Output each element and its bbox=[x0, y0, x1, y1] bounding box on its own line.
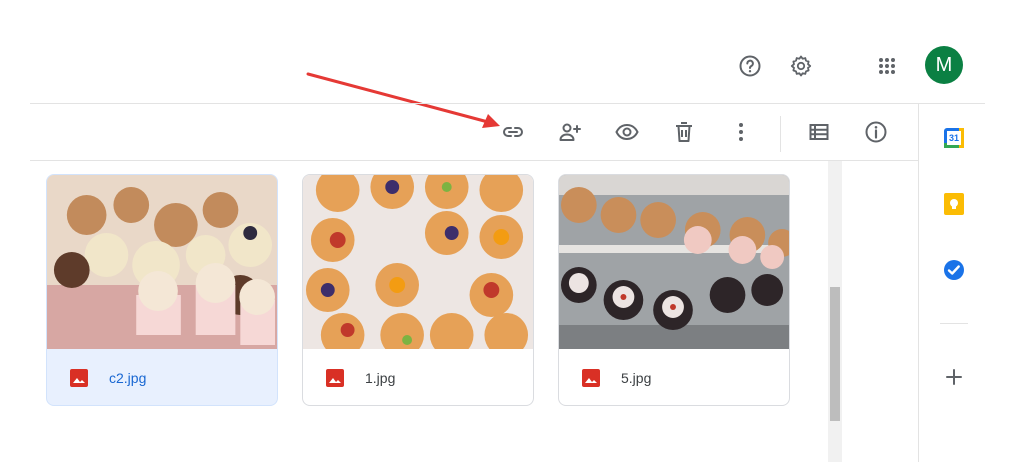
file-name: c2.jpg bbox=[109, 370, 147, 386]
image-file-icon bbox=[582, 369, 600, 387]
header-divider bbox=[30, 103, 985, 104]
file-card-5[interactable]: 5.jpg bbox=[558, 174, 790, 406]
avatar[interactable]: M bbox=[925, 46, 963, 84]
list-view-icon[interactable] bbox=[801, 114, 837, 150]
side-panel-separator bbox=[940, 323, 968, 324]
preview-icon[interactable] bbox=[609, 114, 645, 150]
file-card-c2[interactable]: c2.jpg bbox=[46, 174, 278, 406]
help-icon[interactable] bbox=[732, 48, 768, 84]
link-icon[interactable] bbox=[495, 114, 531, 150]
calendar-icon[interactable]: 31 bbox=[940, 124, 968, 152]
file-card-1[interactable]: 1.jpg bbox=[302, 174, 534, 406]
file-name: 1.jpg bbox=[365, 370, 396, 386]
image-file-icon bbox=[326, 369, 344, 387]
keep-icon[interactable] bbox=[940, 190, 968, 218]
toolbar-separator bbox=[780, 116, 781, 152]
thumbnail-image bbox=[303, 175, 533, 349]
toolbar-divider bbox=[30, 160, 918, 161]
apps-grid-icon[interactable] bbox=[869, 48, 905, 84]
gear-icon[interactable] bbox=[783, 48, 819, 84]
side-panel-divider bbox=[918, 104, 919, 462]
add-icon[interactable] bbox=[940, 363, 968, 391]
more-vert-icon[interactable] bbox=[723, 114, 759, 150]
info-icon[interactable] bbox=[858, 114, 894, 150]
image-file-icon bbox=[70, 369, 88, 387]
delete-icon[interactable] bbox=[666, 114, 702, 150]
file-name: 5.jpg bbox=[621, 370, 652, 386]
scrollbar-thumb[interactable] bbox=[830, 287, 840, 421]
annotation-arrow bbox=[306, 72, 500, 128]
thumbnail-image bbox=[47, 175, 277, 349]
tasks-icon[interactable] bbox=[940, 256, 968, 284]
thumbnail-image bbox=[559, 175, 789, 349]
calendar-date: 31 bbox=[948, 133, 959, 143]
share-icon[interactable] bbox=[552, 114, 588, 150]
